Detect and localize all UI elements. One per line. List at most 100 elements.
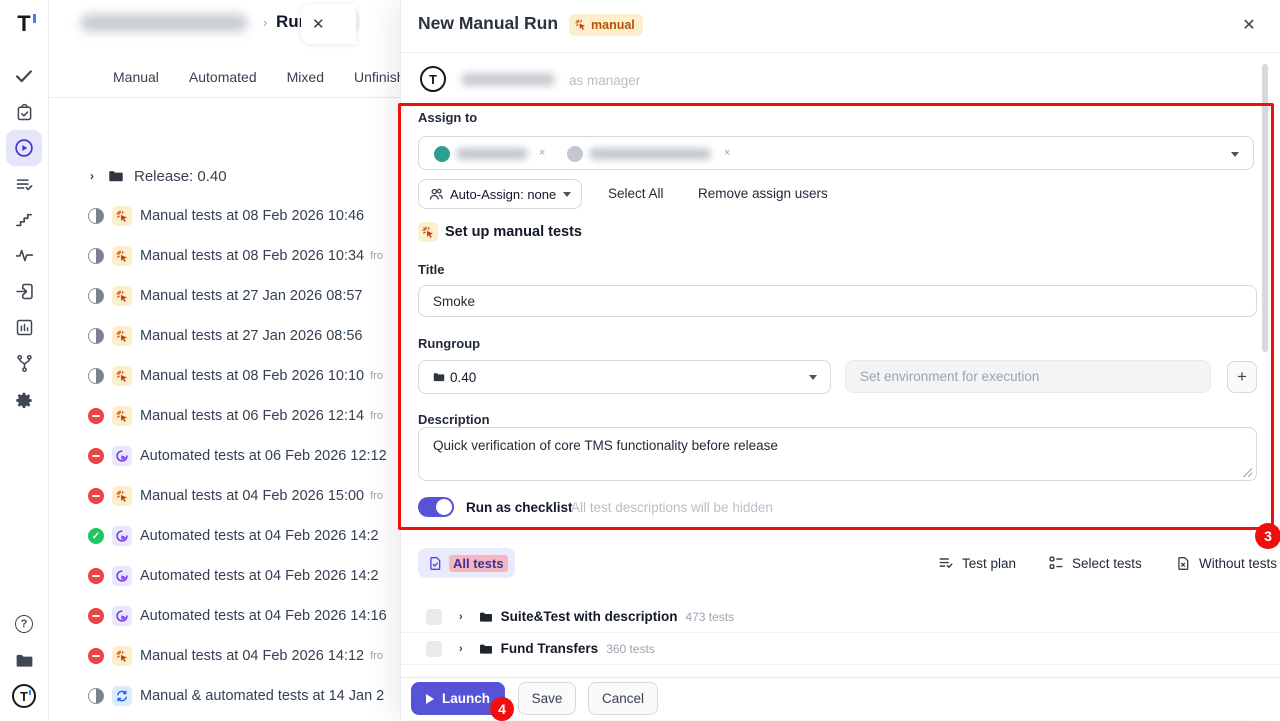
run-list-item[interactable]: Manual tests at 06 Feb 2026 12:14 fro — [49, 396, 400, 436]
tab-label: All tests — [449, 555, 508, 572]
run-title: Manual tests at 06 Feb 2026 12:14 — [140, 408, 364, 424]
manual-run-icon — [575, 19, 587, 31]
run-status-icon — [88, 368, 104, 384]
run-status-icon — [88, 488, 104, 504]
breadcrumb-project-redacted[interactable] — [80, 14, 248, 32]
run-list-item[interactable]: Manual tests at 27 Jan 2026 08:57 — [49, 276, 400, 316]
help-button[interactable]: ? — [6, 606, 42, 642]
run-list-item[interactable]: Automated tests at 04 Feb 2026 14:2 — [49, 556, 400, 596]
modal-title: New Manual Run — [418, 13, 558, 34]
run-status-icon — [88, 408, 104, 424]
run-type-icon — [112, 566, 132, 586]
run-type-icon — [112, 286, 132, 306]
run-title-suffix: fro — [370, 410, 383, 422]
tab-manual[interactable]: Manual — [113, 69, 159, 85]
run-title: Manual tests at 08 Feb 2026 10:34 — [140, 248, 364, 264]
suite-row[interactable]: › Fund Transfers 360 tests — [401, 633, 1280, 665]
run-list-item[interactable]: Manual tests at 08 Feb 2026 10:10 fro — [49, 356, 400, 396]
tab-without-tests[interactable]: Without tests — [1176, 548, 1277, 578]
suite-row[interactable]: › Suite&Test with description 473 tests — [401, 601, 1280, 633]
tab-select-tests[interactable]: Select tests — [1048, 548, 1142, 578]
step-number: 4 — [498, 701, 506, 717]
run-type-badge: manual — [569, 14, 643, 36]
sidebar-item-activity[interactable] — [6, 237, 42, 273]
play-icon — [426, 694, 434, 704]
run-list-item[interactable]: Automated tests at 04 Feb 2026 14:2 — [49, 516, 400, 556]
run-title-suffix: fro — [370, 250, 383, 262]
run-list-item[interactable]: Manual & automated tests at 14 Jan 2 — [49, 676, 400, 716]
suite-test-count: 360 tests — [606, 642, 655, 656]
app-root: T ? — [0, 0, 1280, 720]
sidebar-item-reports[interactable] — [6, 309, 42, 345]
sidebar-item-milestones[interactable] — [6, 202, 42, 238]
owner-role: as manager — [569, 73, 640, 88]
run-status-icon — [88, 248, 104, 264]
run-title-suffix: fro — [370, 370, 383, 382]
badge-label: manual — [591, 18, 635, 32]
chevron-right-icon[interactable]: › — [459, 643, 463, 655]
run-title: Automated tests at 04 Feb 2026 14:2 — [140, 528, 379, 544]
sidebar-item-settings[interactable] — [6, 382, 42, 418]
close-icon: ✕ — [1242, 15, 1255, 35]
steps-icon — [14, 210, 34, 230]
account-avatar[interactable]: T — [6, 678, 42, 714]
suites-tree: › Suite&Test with description 473 tests … — [401, 601, 1280, 665]
projects-button[interactable] — [6, 642, 42, 678]
runs-filter-tabs: Manual Automated Mixed Unfinished — [49, 58, 400, 96]
run-list-item[interactable]: Manual tests at 04 Feb 2026 15:00 fro — [49, 476, 400, 516]
sidebar-item-branches[interactable] — [6, 345, 42, 381]
modal-close-button[interactable]: ✕ — [1237, 13, 1261, 37]
run-list-item[interactable]: Automated tests at 04 Feb 2026 14:16 — [49, 596, 400, 636]
release-group-row[interactable]: › Release: 0.40 — [49, 156, 400, 196]
sidebar-item-tests[interactable] — [6, 58, 42, 94]
help-icon: ? — [15, 615, 33, 633]
tab-label: Without tests — [1199, 556, 1277, 571]
tab-label: Select tests — [1072, 556, 1142, 571]
sidebar-item-checklists[interactable] — [6, 166, 42, 202]
tab-all-tests[interactable]: All tests — [418, 548, 515, 578]
list-check-icon — [938, 555, 954, 571]
run-type-icon — [112, 326, 132, 346]
run-list-item[interactable]: Manual tests at 08 Feb 2026 10:34 fro — [49, 236, 400, 276]
run-status-icon — [88, 328, 104, 344]
run-status-icon — [88, 688, 104, 704]
run-title: Manual tests at 27 Jan 2026 08:56 — [140, 328, 363, 344]
sidebar-item-test-plans[interactable] — [6, 94, 42, 130]
run-type-icon — [112, 446, 132, 466]
play-circle-icon — [13, 137, 35, 159]
save-button[interactable]: Save — [518, 682, 576, 715]
clipboard-check-icon — [14, 102, 35, 123]
suite-checkbox[interactable] — [426, 609, 442, 625]
suite-checkbox[interactable] — [426, 641, 442, 657]
runs-panel: › Runs 342 Manual Automated Mixed Unfini… — [49, 0, 400, 720]
run-title: Manual tests at 27 Jan 2026 08:57 — [140, 288, 363, 304]
run-list-item[interactable]: Automated tests at 06 Feb 2026 12:12 — [49, 436, 400, 476]
bar-chart-icon — [14, 317, 35, 338]
sidebar-item-imports[interactable] — [6, 273, 42, 309]
suite-name: Fund Transfers — [501, 641, 599, 656]
tab-test-plan[interactable]: Test plan — [938, 548, 1016, 578]
run-list-item[interactable]: Manual tests at 08 Feb 2026 10:46 — [49, 196, 400, 236]
run-type-icon — [112, 646, 132, 666]
tab-unfinished[interactable]: Unfinished — [354, 69, 400, 85]
run-status-icon — [88, 648, 104, 664]
chevron-right-icon[interactable]: › — [459, 611, 463, 623]
pulse-icon — [14, 245, 35, 266]
run-list-item[interactable]: Manual tests at 27 Jan 2026 08:56 — [49, 316, 400, 356]
run-status-icon — [88, 568, 104, 584]
owner-avatar: T — [420, 66, 446, 92]
doc-x-icon — [1176, 556, 1191, 571]
launch-label: Launch — [442, 691, 490, 706]
tab-automated[interactable]: Automated — [189, 69, 257, 85]
run-list-item[interactable]: Manual tests at 04 Feb 2026 14:12 fro — [49, 636, 400, 676]
testomat-logo-icon: T — [17, 13, 30, 35]
suite-test-count: 473 tests — [685, 610, 734, 624]
close-panel-button[interactable]: ✕ — [301, 4, 356, 44]
cancel-button[interactable]: Cancel — [588, 682, 658, 715]
sidebar-item-runs[interactable] — [6, 130, 42, 166]
app-logo[interactable]: T — [6, 6, 42, 42]
chevron-right-icon[interactable]: › — [90, 169, 94, 183]
save-label: Save — [532, 691, 563, 706]
run-status-icon — [88, 288, 104, 304]
tab-mixed[interactable]: Mixed — [287, 69, 324, 85]
